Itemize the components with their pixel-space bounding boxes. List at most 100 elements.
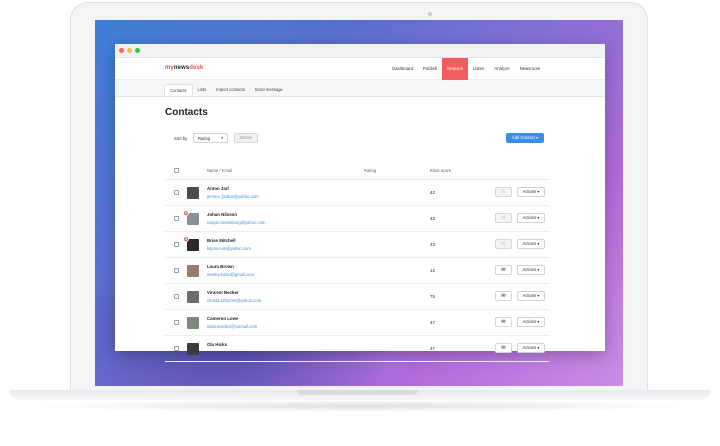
tab-contacts[interactable]: Contacts — [164, 84, 193, 96]
send-email-button[interactable]: ✉ — [495, 187, 512, 197]
contact-email[interactable]: wesley.kutsu@gmail.com — [207, 272, 254, 277]
envelope-icon: ✉ — [501, 189, 506, 195]
envelope-icon: ✉ — [501, 215, 506, 221]
table-row[interactable]: Ola Hicks 47 ✉ Actions ▾ — [165, 336, 549, 362]
actions-dropdown-button[interactable]: Actions ▾ — [517, 343, 545, 353]
send-email-button[interactable]: ✉ — [495, 239, 512, 249]
row-checkbox[interactable] — [174, 268, 179, 273]
actions-dropdown-button[interactable]: Actions ▾ — [517, 187, 545, 197]
sort-select[interactable]: Rating ▾ — [193, 133, 228, 143]
avatar — [187, 317, 199, 329]
browser-window: mynewsdesk Dashboard Publish Network Lis… — [115, 44, 605, 362]
table-row[interactable]: ⊘ Johan Nilsson casper.bretonberg@yahoo.co… — [165, 206, 549, 232]
contact-name[interactable]: Anton Jarl — [207, 186, 229, 191]
nav-item-newsroom[interactable]: Newsroom — [515, 58, 546, 80]
send-email-button[interactable]: ✉ — [495, 291, 512, 301]
envelope-icon: ✉ — [501, 267, 506, 273]
blocked-icon: ⊘ — [183, 236, 189, 242]
actions-label: Actions — [522, 267, 537, 272]
header-klout-score[interactable]: Klout score — [430, 168, 451, 173]
maximize-window-dot[interactable] — [135, 48, 140, 53]
table-row[interactable]: ⊘ Brise Mitchell kirjola.ruin@yahoo.com 43 ✉… — [165, 232, 549, 258]
blocked-icon: ⊘ — [183, 210, 189, 216]
send-email-button[interactable]: ✉ — [495, 213, 512, 223]
actions-dropdown-button[interactable]: Actions ▾ — [517, 213, 545, 223]
contact-name[interactable]: Cameron Lowe — [207, 316, 238, 321]
tab-import-contacts[interactable]: Import contacts — [211, 84, 250, 96]
contact-email[interactable]: jerome_bratus@yahoo.com — [207, 194, 259, 199]
tab-send-message[interactable]: Send message — [250, 84, 288, 96]
avatar — [187, 291, 199, 303]
klout-score: 43 — [430, 242, 435, 247]
contact-email[interactable]: christa.schumm@yahoo.com — [207, 298, 261, 303]
contact-email[interactable]: casper.bretonberg@yahoo.com — [207, 220, 266, 225]
envelope-icon: ✉ — [501, 293, 506, 299]
contacts-toolbar: Sort by Rating ▾ Delete Add Contact ▾ — [165, 132, 545, 146]
camera-icon — [428, 12, 432, 16]
row-checkbox[interactable] — [174, 320, 179, 325]
laptop-shadow — [20, 400, 700, 412]
send-email-button[interactable]: ✉ — [495, 317, 512, 327]
row-checkbox[interactable] — [174, 294, 179, 299]
contact-name[interactable]: Johan Nilsson — [207, 212, 237, 217]
add-contact-button[interactable]: Add Contact ▾ — [506, 133, 544, 143]
actions-dropdown-button[interactable]: Actions ▾ — [517, 291, 545, 301]
contact-name[interactable]: Laura Brown — [207, 264, 234, 269]
logo-part-desk: desk — [189, 65, 204, 71]
nav-item-publish[interactable]: Publish — [418, 58, 442, 80]
main-nav: Dashboard Publish Network Listen Analyze… — [387, 58, 545, 80]
chevron-down-icon: ▾ — [221, 136, 223, 140]
sort-label: Sort by — [174, 136, 188, 141]
actions-label: Actions — [522, 189, 537, 194]
contacts-table: Name / Email Rating Klout score Anton Ja… — [165, 162, 549, 362]
sort-select-value: Rating — [198, 136, 211, 141]
table-row[interactable]: Laura Brown wesley.kutsu@gmail.com 12 ✉ Acti… — [165, 258, 549, 284]
row-checkbox[interactable] — [174, 346, 179, 351]
row-checkbox[interactable] — [174, 190, 179, 195]
contact-email[interactable]: kirjola.ruin@yahoo.com — [207, 246, 251, 251]
klout-score: 47 — [430, 346, 435, 351]
minimize-window-dot[interactable] — [127, 48, 132, 53]
row-checkbox[interactable] — [174, 242, 179, 247]
main-content: Contacts Sort by Rating ▾ Delete Add Con… — [165, 97, 545, 146]
contact-name[interactable]: Ola Hicks — [207, 342, 227, 347]
nav-item-dashboard[interactable]: Dashboard — [387, 58, 418, 80]
row-checkbox[interactable] — [174, 216, 179, 221]
actions-label: Actions — [522, 319, 537, 324]
avatar — [187, 239, 199, 251]
caret-down-icon: ▾ — [537, 189, 540, 194]
table-row[interactable]: Anton Jarl jerome_bratus@yahoo.com 42 ✉ Acti… — [165, 180, 549, 206]
send-email-button[interactable]: ✉ — [495, 265, 512, 275]
actions-dropdown-button[interactable]: Actions ▾ — [517, 239, 545, 249]
close-window-dot[interactable] — [119, 48, 124, 53]
klout-score: 75 — [430, 294, 435, 299]
caret-down-icon: ▾ — [537, 293, 540, 298]
logo-part-news: news — [173, 65, 190, 71]
klout-score: 47 — [430, 320, 435, 325]
nav-item-analyze[interactable]: Analyze — [489, 58, 514, 80]
envelope-icon: ✉ — [501, 345, 506, 351]
actions-dropdown-button[interactable]: Actions ▾ — [517, 265, 545, 275]
contact-email[interactable]: ostia.windler@hotmail.com — [207, 324, 257, 329]
contact-name[interactable]: Brise Mitchell — [207, 238, 236, 243]
select-all-checkbox[interactable] — [174, 168, 179, 173]
sub-navigation: Contacts Lists Import contacts Send mess… — [115, 80, 605, 97]
send-email-button[interactable]: ✉ — [495, 343, 512, 353]
avatar — [187, 343, 199, 355]
header-rating[interactable]: Rating — [364, 168, 376, 173]
actions-label: Actions — [522, 293, 537, 298]
table-row[interactable]: Cameron Lowe ostia.windler@hotmail.com 47 ✉… — [165, 310, 549, 336]
contact-name[interactable]: Vincent Becker — [207, 290, 239, 295]
klout-score: 43 — [430, 216, 435, 221]
caret-down-icon: ▾ — [536, 135, 539, 140]
logo-part-my: my — [165, 65, 174, 71]
klout-score: 42 — [430, 190, 435, 195]
table-row[interactable]: Vincent Becker christa.schumm@yahoo.com 75… — [165, 284, 549, 310]
brand-logo[interactable]: mynewsdesk — [165, 65, 203, 71]
tab-lists[interactable]: Lists — [193, 84, 212, 96]
delete-button[interactable]: Delete — [234, 133, 258, 143]
app-header: mynewsdesk Dashboard Publish Network Lis… — [115, 58, 605, 80]
nav-item-network[interactable]: Network — [442, 58, 468, 80]
nav-item-listen[interactable]: Listen — [468, 58, 489, 80]
actions-dropdown-button[interactable]: Actions ▾ — [517, 317, 545, 327]
